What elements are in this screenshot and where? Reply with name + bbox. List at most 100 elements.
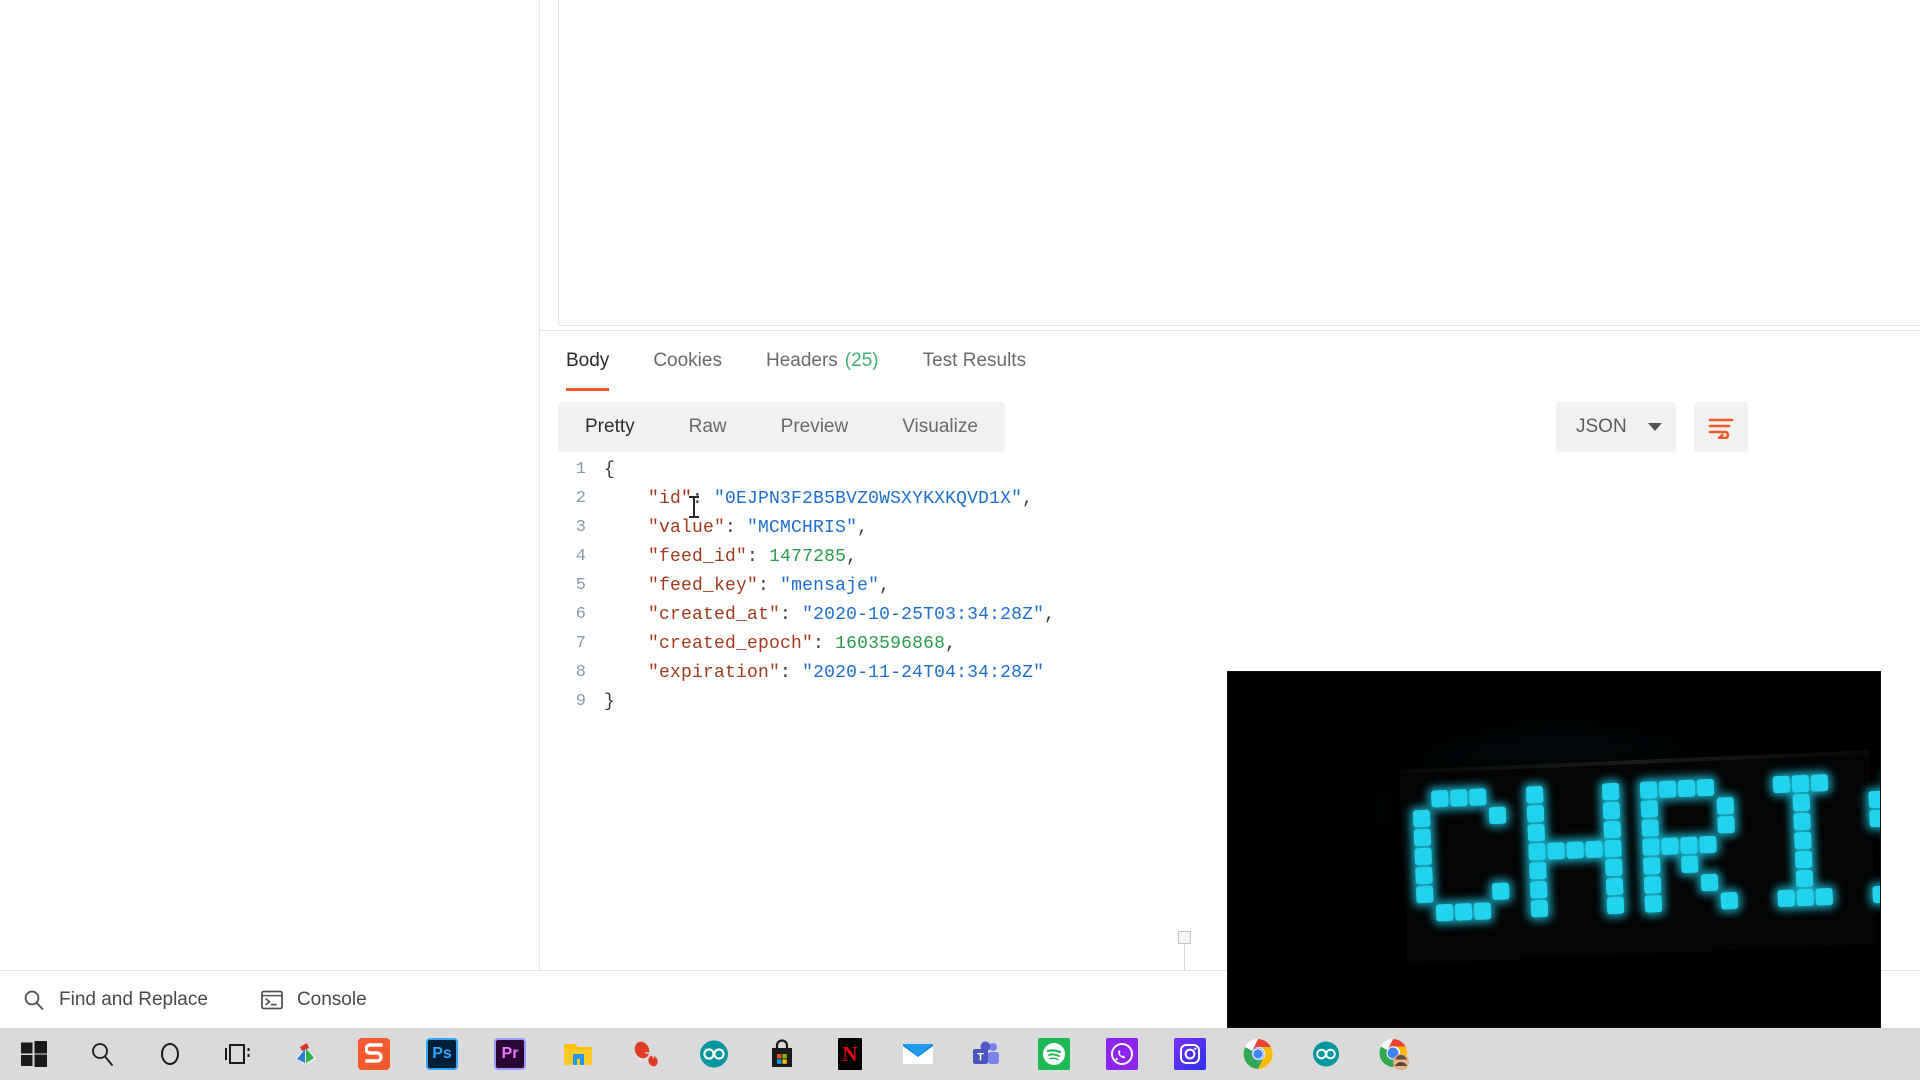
- led-pixel: [1602, 801, 1621, 820]
- tab-body[interactable]: Body: [544, 331, 631, 391]
- line-content[interactable]: "expiration": "2020-11-24T04:34:28Z": [604, 663, 1055, 692]
- taskbar-item-task-view-button[interactable]: [204, 1028, 272, 1080]
- teams-icon: T: [973, 1041, 999, 1064]
- led-pixel: [1641, 819, 1660, 837]
- text-cursor: [689, 496, 699, 518]
- request-body-editor[interactable]: [558, 0, 1920, 326]
- led-pixel: [1680, 855, 1699, 874]
- line-content[interactable]: "value": "MCMCHRIS",: [604, 518, 1055, 547]
- led-pixel: [1658, 780, 1677, 799]
- taskbar-item-premiere-pro[interactable]: Pr: [476, 1028, 544, 1080]
- led-pixel: [1415, 885, 1434, 904]
- cortana-circle-icon: [161, 1043, 179, 1065]
- led-pixel: [1414, 847, 1433, 866]
- led-pixel: [1604, 839, 1622, 858]
- led-pixel: [1488, 806, 1507, 825]
- line-number: 8: [575, 663, 586, 682]
- led-pixel: [1699, 835, 1717, 854]
- led-pixel: [1793, 812, 1811, 831]
- video-overlay[interactable]: [1228, 672, 1880, 1027]
- line-number: 6: [575, 605, 586, 624]
- led-pixel: [1700, 873, 1719, 892]
- led-pixel: [1810, 773, 1829, 792]
- code-line: 1{: [540, 460, 1055, 489]
- taskbar-item-instagram[interactable]: [1156, 1028, 1224, 1080]
- line-content[interactable]: "id": "0EJPN3F2B5BVZ0WSXYKXKQVD1X",: [604, 489, 1055, 518]
- word-wrap-button[interactable]: [1694, 402, 1748, 452]
- taskbar-item-microsoft-teams[interactable]: T: [952, 1028, 1020, 1080]
- led-pixel: [1468, 788, 1487, 807]
- led-pixel: [1525, 785, 1544, 804]
- code-fold-start[interactable]: [1178, 931, 1191, 944]
- led-pixel: [1566, 841, 1584, 859]
- format-visualize[interactable]: Visualize: [875, 402, 1005, 452]
- led-pixel: [1717, 815, 1735, 834]
- led-pixel: [1526, 804, 1545, 823]
- postman-icon: [634, 1041, 658, 1067]
- led-pixel: [1606, 896, 1625, 915]
- taskbar-item-postman[interactable]: [612, 1028, 680, 1080]
- led-pixel: [1720, 891, 1739, 910]
- tab-test-results[interactable]: Test Results: [901, 331, 1048, 391]
- line-content[interactable]: {: [604, 460, 1055, 489]
- taskbar-item-chrome-profile[interactable]: [1360, 1028, 1428, 1080]
- code-line: 5 "feed_key": "mensaje",: [540, 576, 1055, 605]
- taskbar-item-netflix[interactable]: N: [816, 1028, 884, 1080]
- taskbar-item-whatsapp[interactable]: [1088, 1028, 1156, 1080]
- taskbar-item-cortana-button[interactable]: [136, 1028, 204, 1080]
- line-content[interactable]: "created_at": "2020-10-25T03:34:28Z",: [604, 605, 1055, 634]
- format-raw[interactable]: Raw: [662, 402, 754, 452]
- taskbar-item-chrome[interactable]: [1224, 1028, 1292, 1080]
- premiere-icon: Pr: [494, 1038, 526, 1070]
- find-and-replace-button[interactable]: Find and Replace: [22, 988, 208, 1012]
- taskbar-item-arduino-ide-2[interactable]: [1292, 1028, 1360, 1080]
- format-pretty[interactable]: Pretty: [558, 402, 662, 452]
- led-pixel: [1795, 869, 1814, 888]
- windows-taskbar: Ps Pr N T: [0, 1028, 1920, 1080]
- taskbar-item-spotify[interactable]: [1020, 1028, 1088, 1080]
- led-pixel: [1435, 903, 1454, 922]
- code-line: 2 "id": "0EJPN3F2B5BVZ0WSXYKXKQVD1X",: [540, 489, 1055, 518]
- led-pixel: [1454, 903, 1473, 921]
- console-button[interactable]: Console: [260, 989, 367, 1011]
- led-pixel: [1415, 866, 1433, 885]
- arduino-icon: [1313, 1041, 1339, 1067]
- language-select[interactable]: JSON: [1556, 402, 1676, 452]
- line-number: 3: [575, 518, 586, 537]
- line-content[interactable]: }: [604, 692, 1055, 721]
- line-content[interactable]: "created_epoch": 1603596868,: [604, 634, 1055, 663]
- task-view-icon: [225, 1044, 250, 1064]
- svg-text:T: T: [977, 1052, 984, 1064]
- line-content[interactable]: "feed_id": 1477285,: [604, 547, 1055, 576]
- mail-envelope-icon: [903, 1044, 933, 1064]
- line-number: 5: [575, 576, 586, 595]
- taskbar-item-search-button[interactable]: [68, 1028, 136, 1080]
- instagram-icon: [1180, 1044, 1200, 1064]
- taskbar-item-camtasia[interactable]: [340, 1028, 408, 1080]
- taskbar-item-microsoft-store[interactable]: [748, 1028, 816, 1080]
- format-preview[interactable]: Preview: [754, 402, 876, 452]
- taskbar-item-arduino-ide[interactable]: [680, 1028, 748, 1080]
- tab-cookies[interactable]: Cookies: [631, 331, 744, 391]
- led-pixel: [1604, 858, 1623, 877]
- format-mode-group: Pretty Raw Preview Visualize: [558, 402, 1005, 452]
- led-pixel: [1528, 842, 1546, 861]
- taskbar-item-file-explorer[interactable]: [544, 1028, 612, 1080]
- arduino-icon: [700, 1040, 728, 1068]
- folder-icon: [564, 1044, 592, 1065]
- led-pixel: [1601, 782, 1620, 801]
- terminal-icon: [261, 990, 283, 1009]
- line-number: 9: [575, 692, 586, 711]
- taskbar-item-start-button[interactable]: [0, 1028, 68, 1080]
- response-format-toolbar: Pretty Raw Preview Visualize JSON: [540, 400, 1920, 458]
- led-pixel: [1696, 778, 1715, 797]
- tab-headers[interactable]: Headers (25): [744, 331, 901, 391]
- led-pixel: [1527, 823, 1546, 842]
- taskbar-item-mail[interactable]: [884, 1028, 952, 1080]
- windows-logo-icon: [21, 1041, 47, 1067]
- line-content[interactable]: "feed_key": "mensaje",: [604, 576, 1055, 605]
- taskbar-item-photoshop[interactable]: Ps: [408, 1028, 476, 1080]
- photoshop-icon: Ps: [426, 1038, 458, 1070]
- taskbar-item-paint-3d[interactable]: [272, 1028, 340, 1080]
- led-pixel: [1796, 888, 1815, 907]
